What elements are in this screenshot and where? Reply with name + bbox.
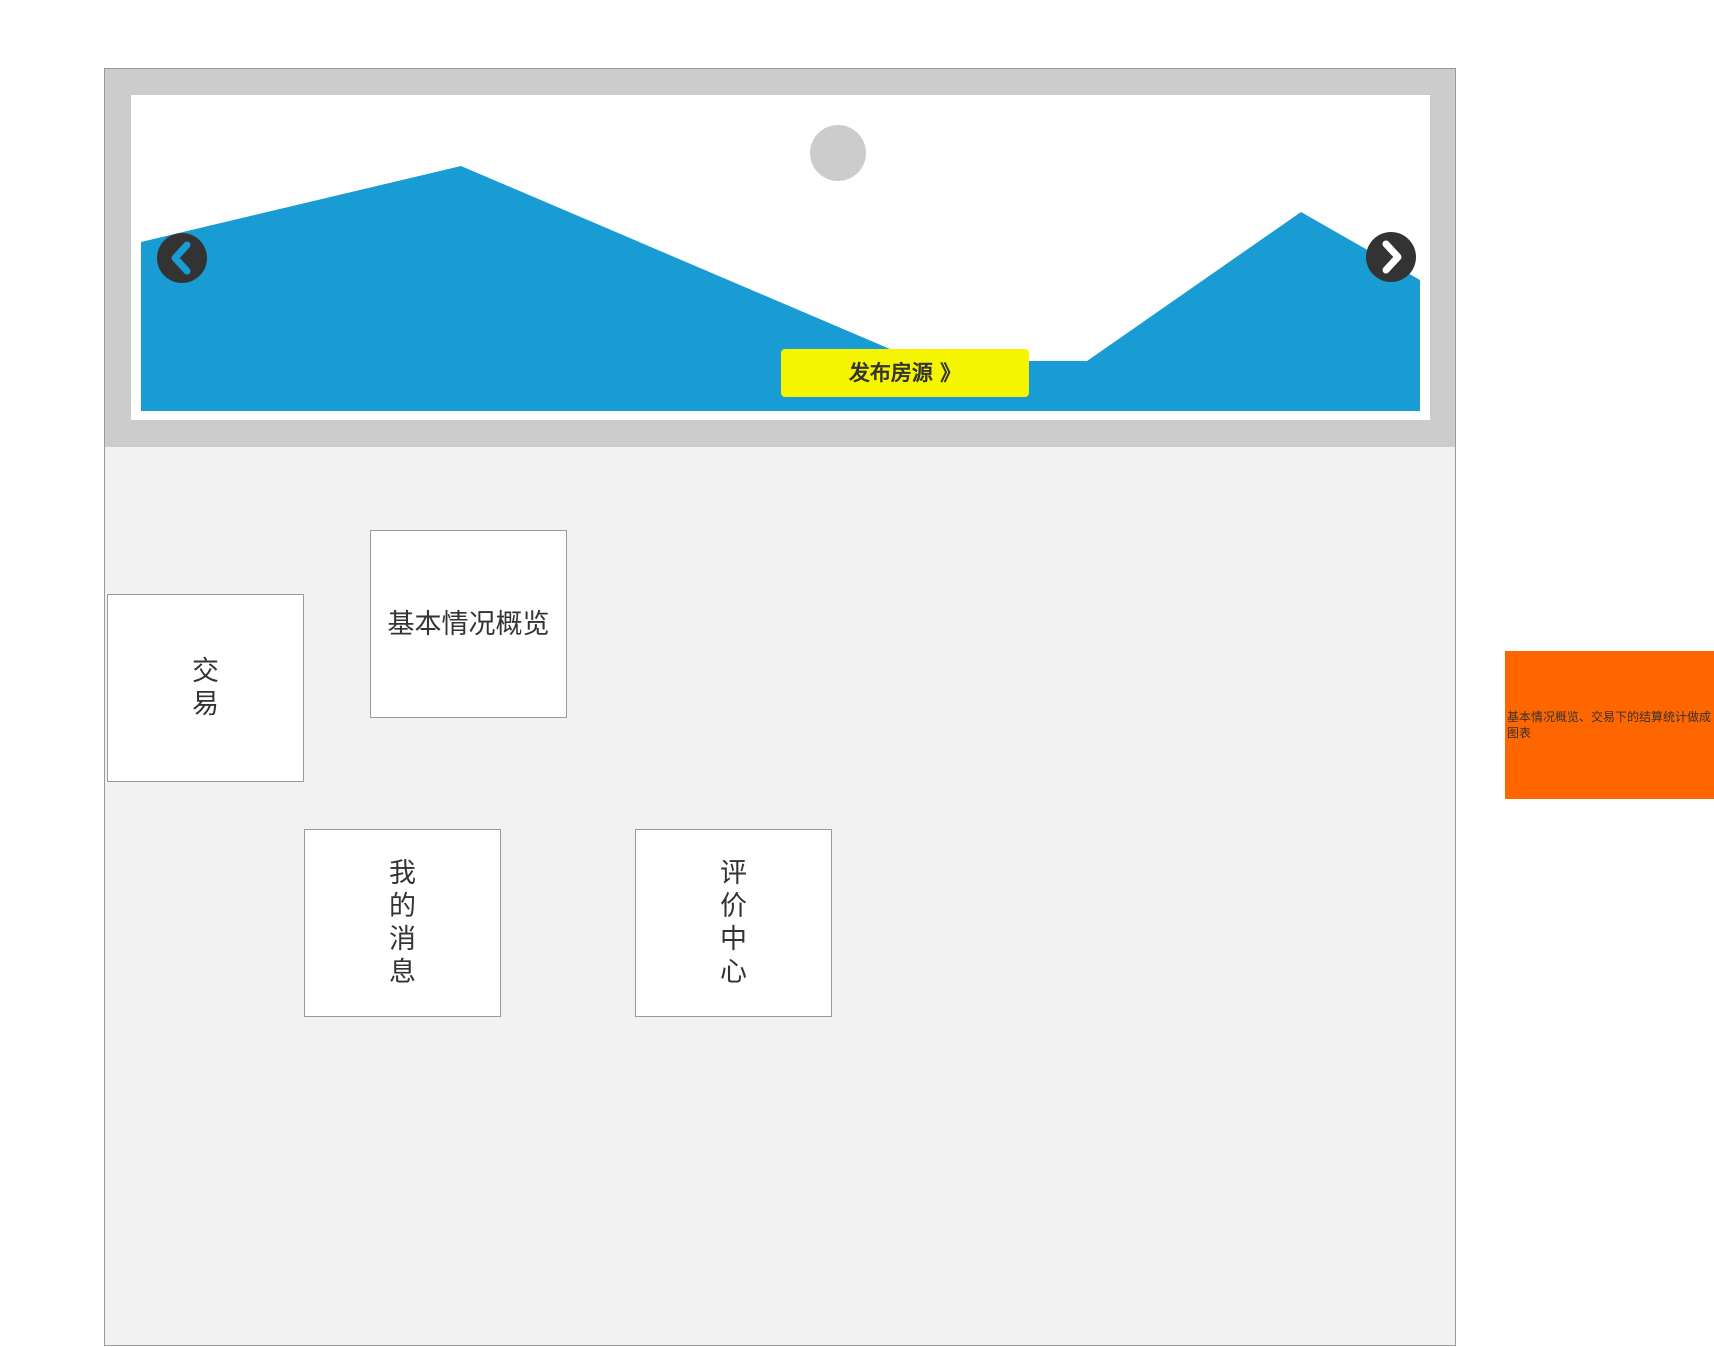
main-content-frame: 发布房源 》 交易 基本情况概览 我的消息 评价中心 <box>104 68 1456 1346</box>
publish-listing-button[interactable]: 发布房源 》 <box>781 349 1029 397</box>
carousel-next-button[interactable] <box>1365 231 1417 283</box>
tile-trade-label: 交易 <box>192 656 219 720</box>
tile-my-messages[interactable]: 我的消息 <box>304 829 501 1017</box>
chevron-left-circle-icon <box>157 233 207 283</box>
tile-my-messages-label: 我的消息 <box>389 858 416 988</box>
page-canvas: 发布房源 》 交易 基本情况概览 我的消息 评价中心 基本情况概览、交易下的结算… <box>0 0 1714 1347</box>
image-carousel: 发布房源 》 <box>105 69 1455 447</box>
carousel-slide: 发布房源 》 <box>131 95 1430 420</box>
tile-review-center[interactable]: 评价中心 <box>635 829 832 1017</box>
annotation-note: 基本情况概览、交易下的结算统计做成图表 <box>1505 651 1714 799</box>
tile-overview-label: 基本情况概览 <box>387 608 550 640</box>
carousel-prev-button[interactable] <box>156 232 208 284</box>
chevron-right-circle-icon <box>1366 232 1416 282</box>
annotation-note-text: 基本情况概览、交易下的结算统计做成图表 <box>1507 710 1712 740</box>
sun-circle <box>810 125 866 181</box>
tile-overview[interactable]: 基本情况概览 <box>370 530 567 718</box>
tile-trade[interactable]: 交易 <box>107 594 304 782</box>
tile-review-center-label: 评价中心 <box>720 858 747 988</box>
